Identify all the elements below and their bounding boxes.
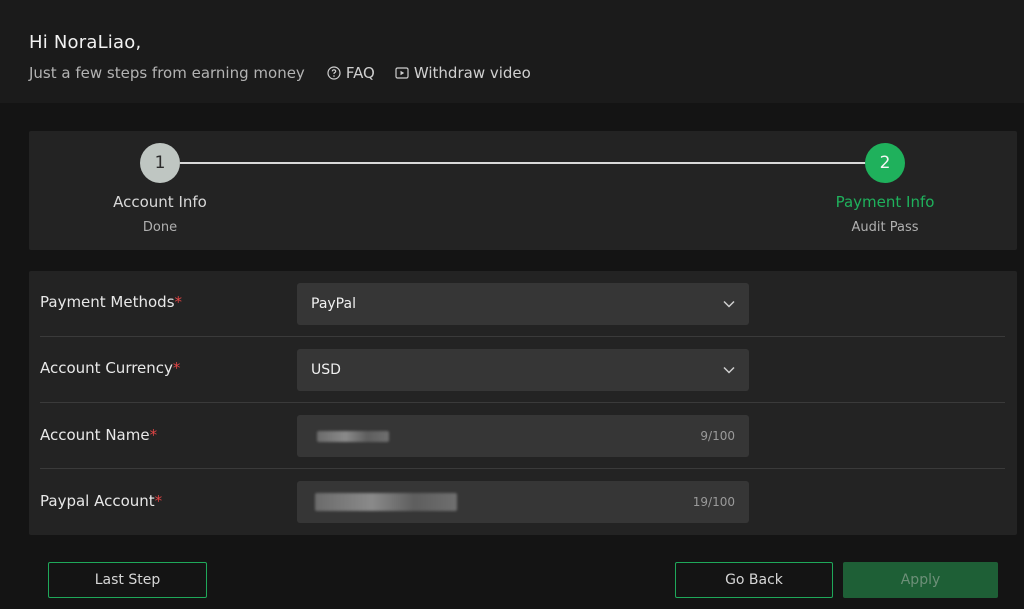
payment-form: Payment Methods* PayPal Account Currency… xyxy=(29,271,1017,535)
account-currency-row: Account Currency* USD xyxy=(40,337,1005,403)
account-name-row: Account Name* 9/100 xyxy=(40,403,1005,469)
step-2-status: Audit Pass xyxy=(851,220,919,235)
question-circle-icon xyxy=(327,66,341,80)
go-back-button[interactable]: Go Back xyxy=(675,562,833,598)
step-1-circle: 1 xyxy=(140,143,180,183)
last-step-button[interactable]: Last Step xyxy=(48,562,207,598)
required-mark: * xyxy=(154,492,163,510)
chevron-down-icon xyxy=(723,366,735,374)
account-currency-select[interactable]: USD xyxy=(297,349,749,391)
step-connector xyxy=(180,162,866,164)
withdraw-video-link[interactable]: Withdraw video xyxy=(395,64,531,82)
required-mark: * xyxy=(172,359,181,377)
account-currency-label: Account Currency* xyxy=(40,359,181,377)
paypal-account-counter: 19/100 xyxy=(692,495,735,509)
play-square-icon xyxy=(395,67,409,79)
account-name-label: Account Name* xyxy=(40,426,158,444)
step-1-title: Account Info xyxy=(113,193,207,211)
greeting: Hi NoraLiao, xyxy=(29,32,142,53)
required-mark: * xyxy=(149,426,158,444)
step-progress: 1 Account Info Done 2 Payment Info Audit… xyxy=(29,131,1017,250)
payment-methods-row: Payment Methods* PayPal xyxy=(40,271,1005,337)
tagline: Just a few steps from earning money xyxy=(29,64,305,82)
redacted-text xyxy=(315,493,457,511)
redacted-text xyxy=(317,430,389,442)
chevron-down-icon xyxy=(723,300,735,308)
payment-methods-label: Payment Methods* xyxy=(40,293,183,311)
step-1-status: Done xyxy=(142,220,178,235)
account-currency-value: USD xyxy=(311,362,341,378)
subline: Just a few steps from earning money FAQ … xyxy=(29,63,551,83)
paypal-account-input[interactable]: 19/100 xyxy=(297,481,749,523)
account-name-counter: 9/100 xyxy=(700,429,735,443)
step-2-title: Payment Info xyxy=(835,193,935,211)
required-mark: * xyxy=(174,293,183,311)
apply-button[interactable]: Apply xyxy=(843,562,998,598)
faq-label: FAQ xyxy=(345,64,375,82)
paypal-account-row: Paypal Account* 19/100 xyxy=(40,469,1005,535)
step-2-circle: 2 xyxy=(865,143,905,183)
paypal-account-label: Paypal Account* xyxy=(40,492,163,510)
account-name-input[interactable]: 9/100 xyxy=(297,415,749,457)
faq-link[interactable]: FAQ xyxy=(327,64,375,82)
payment-methods-select[interactable]: PayPal xyxy=(297,283,749,325)
withdraw-video-label: Withdraw video xyxy=(413,64,531,82)
payment-methods-value: PayPal xyxy=(311,296,356,312)
page-header: Hi NoraLiao, Just a few steps from earni… xyxy=(0,0,1024,103)
